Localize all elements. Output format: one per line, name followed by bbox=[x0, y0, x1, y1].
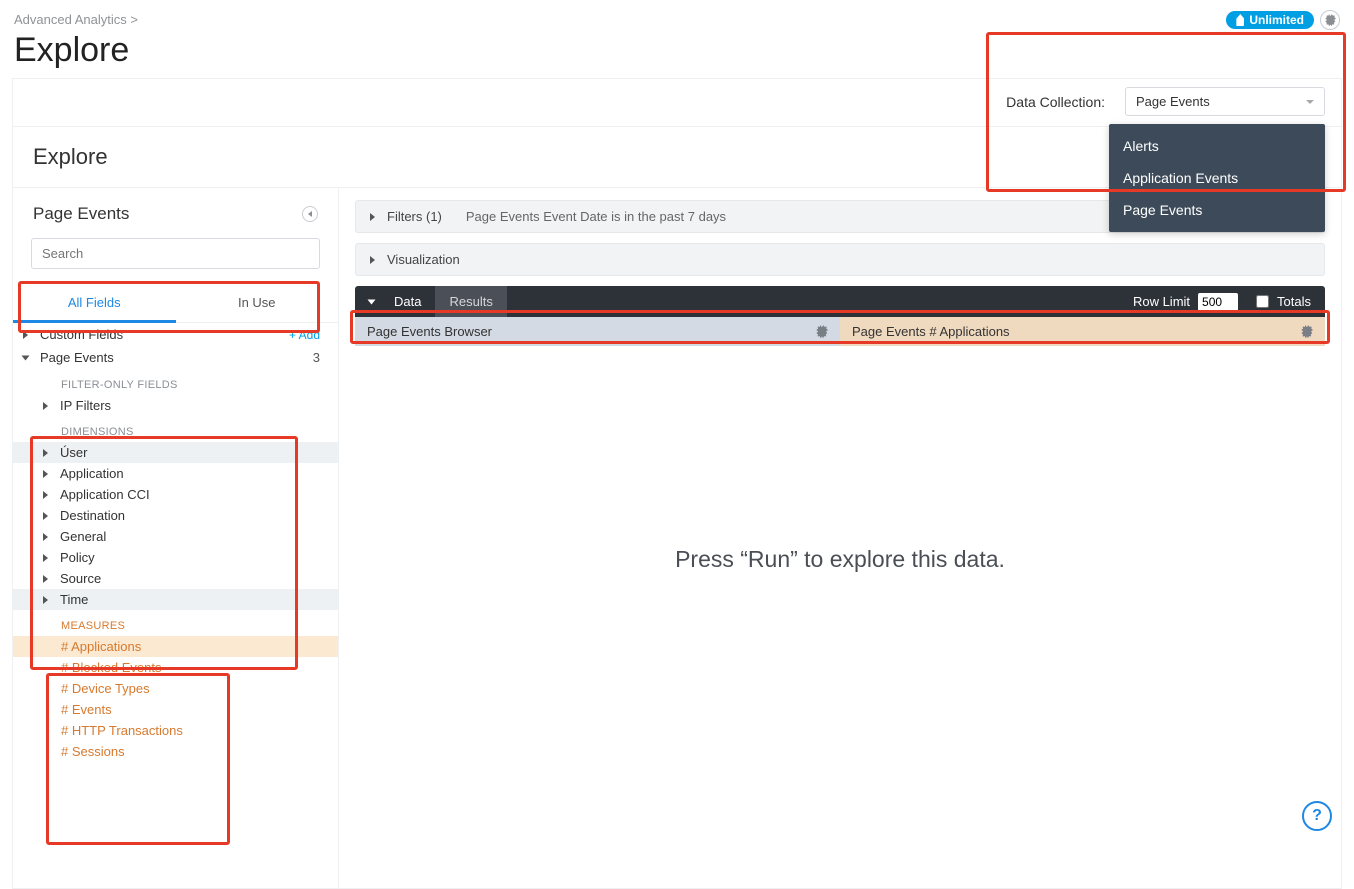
data-collection-option-appevents[interactable]: Application Events bbox=[1109, 162, 1325, 194]
caret-icon[interactable] bbox=[43, 470, 48, 478]
data-collection-row: Data Collection: Page Events Alerts Appl… bbox=[12, 78, 1342, 126]
search-input[interactable] bbox=[31, 238, 320, 269]
visualization-panel[interactable]: Visualization bbox=[355, 243, 1325, 276]
measure-applications[interactable]: # Applications bbox=[43, 639, 141, 654]
dimension-general[interactable]: General bbox=[60, 529, 106, 544]
data-collection-selected: Page Events bbox=[1136, 94, 1210, 109]
filters-summary: Page Events Event Date is in the past 7 … bbox=[466, 209, 726, 224]
gear-icon[interactable] bbox=[815, 325, 828, 338]
add-custom-field-link[interactable]: + Add bbox=[289, 328, 320, 342]
tab-in-use[interactable]: In Use bbox=[176, 285, 339, 322]
collapse-sidebar-button[interactable] bbox=[302, 206, 318, 222]
columns-row: Page Events Browser Page Events # Applic… bbox=[355, 317, 1325, 346]
column-dimension-label: Page Events Browser bbox=[367, 324, 492, 339]
data-collection-label: Data Collection: bbox=[1006, 94, 1105, 110]
measure-http-transactions[interactable]: # HTTP Transactions bbox=[43, 723, 183, 738]
dimension-application[interactable]: Application bbox=[60, 466, 124, 481]
page-events-group[interactable]: Page Events bbox=[40, 350, 313, 365]
data-collection-option-alerts[interactable]: Alerts bbox=[1109, 130, 1325, 162]
dimension-source[interactable]: Source bbox=[60, 571, 101, 586]
filters-title: Filters (1) bbox=[387, 209, 442, 224]
row-limit-label: Row Limit bbox=[1133, 294, 1190, 309]
data-collection-option-pageevents[interactable]: Page Events bbox=[1109, 194, 1325, 226]
ip-filters-row[interactable]: IP Filters bbox=[60, 398, 111, 413]
measure-device-types[interactable]: # Device Types bbox=[43, 681, 150, 696]
dimensions-title: DIMENSIONS bbox=[13, 416, 338, 442]
column-dimension[interactable]: Page Events Browser bbox=[355, 317, 840, 346]
dimension-user[interactable]: Úser bbox=[60, 445, 87, 460]
settings-button[interactable] bbox=[1320, 10, 1340, 30]
fields-sidebar: Page Events All Fields In Use Custom Fie… bbox=[13, 188, 339, 888]
breadcrumb[interactable]: Advanced Analytics > bbox=[14, 12, 1340, 27]
gear-icon[interactable] bbox=[1300, 325, 1313, 338]
explore-bar-title: Explore bbox=[33, 144, 108, 170]
dimension-time[interactable]: Time bbox=[60, 592, 88, 607]
caret-icon[interactable] bbox=[23, 331, 28, 339]
data-collection-select[interactable]: Page Events bbox=[1125, 87, 1325, 116]
chevron-down-icon bbox=[1306, 100, 1314, 104]
custom-fields-row[interactable]: Custom Fields bbox=[40, 327, 289, 342]
page-title: Explore bbox=[14, 31, 1340, 70]
data-tab[interactable]: Data bbox=[355, 286, 435, 317]
caret-icon[interactable] bbox=[43, 402, 48, 410]
gear-icon bbox=[1324, 14, 1336, 26]
run-prompt: Press “Run” to explore this data. bbox=[355, 546, 1325, 573]
results-tab-label: Results bbox=[449, 294, 492, 309]
caret-icon[interactable] bbox=[370, 256, 375, 264]
measure-blocked-events[interactable]: # Blocked Events bbox=[43, 660, 161, 675]
totals-label: Totals bbox=[1277, 294, 1311, 309]
totals-checkbox[interactable] bbox=[1256, 295, 1269, 308]
row-limit-input[interactable] bbox=[1198, 293, 1238, 311]
data-collection-dropdown: Alerts Application Events Page Events bbox=[1109, 124, 1325, 232]
caret-icon[interactable] bbox=[43, 575, 48, 583]
dimension-policy[interactable]: Policy bbox=[60, 550, 95, 565]
chevron-left-icon bbox=[308, 211, 312, 217]
column-measure[interactable]: Page Events # Applications bbox=[840, 317, 1325, 346]
help-button[interactable]: ? bbox=[1302, 801, 1332, 831]
caret-icon[interactable] bbox=[43, 533, 48, 541]
caret-icon[interactable] bbox=[43, 596, 48, 604]
caret-icon[interactable] bbox=[43, 491, 48, 499]
unlimited-badge: Unlimited bbox=[1226, 11, 1314, 29]
tab-all-fields[interactable]: All Fields bbox=[13, 285, 176, 323]
unlimited-label: Unlimited bbox=[1249, 13, 1304, 27]
column-measure-label: Page Events # Applications bbox=[852, 324, 1010, 339]
content-area: Filters (1) Page Events Event Date is in… bbox=[339, 188, 1341, 888]
dimension-application-cci[interactable]: Application CCI bbox=[60, 487, 150, 502]
filter-only-title: FILTER-ONLY FIELDS bbox=[13, 369, 338, 395]
measure-sessions[interactable]: # Sessions bbox=[43, 744, 125, 759]
chevron-down-icon bbox=[368, 299, 376, 304]
data-tab-label: Data bbox=[394, 294, 421, 309]
page-events-count: 3 bbox=[313, 350, 320, 365]
measures-title: MEASURES bbox=[13, 610, 338, 636]
caret-icon[interactable] bbox=[22, 355, 30, 360]
measure-events[interactable]: # Events bbox=[43, 702, 112, 717]
dimension-destination[interactable]: Destination bbox=[60, 508, 125, 523]
caret-icon[interactable] bbox=[43, 554, 48, 562]
sidebar-title: Page Events bbox=[33, 204, 129, 224]
explore-container: Explore America Run Page Events All Fiel… bbox=[12, 126, 1342, 889]
data-bar: Data Results Row Limit Totals bbox=[355, 286, 1325, 317]
caret-icon[interactable] bbox=[370, 213, 375, 221]
visualization-title: Visualization bbox=[387, 252, 460, 267]
caret-icon[interactable] bbox=[43, 512, 48, 520]
results-tab[interactable]: Results bbox=[435, 286, 506, 317]
caret-icon[interactable] bbox=[43, 449, 48, 457]
